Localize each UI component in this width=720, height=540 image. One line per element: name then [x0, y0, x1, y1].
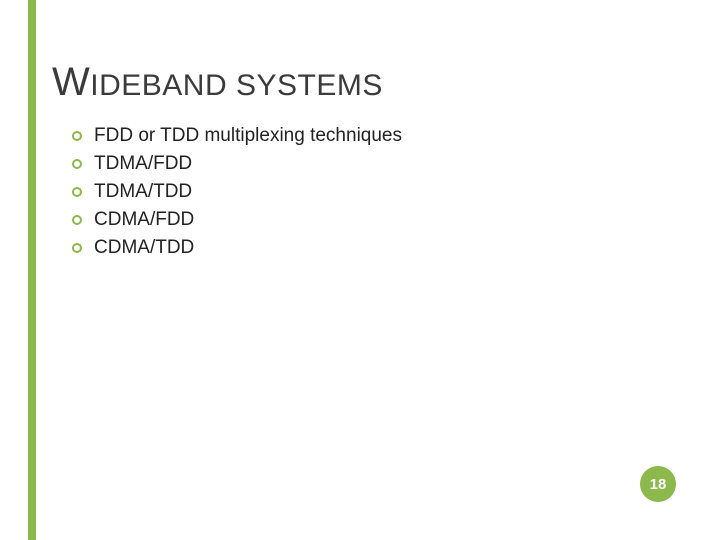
bullet-text: FDD or TDD multiplexing techniques — [94, 125, 402, 147]
title-cap-1: W — [52, 60, 90, 104]
list-item: TDMA/TDD — [72, 178, 402, 206]
list-item: CDMA/TDD — [72, 234, 402, 262]
list-item: CDMA/FDD — [72, 206, 402, 234]
page-number: 18 — [650, 476, 667, 493]
slide-title: WIDEBAND SYSTEMS — [52, 60, 383, 105]
bullet-text: CDMA/TDD — [94, 237, 194, 259]
page-number-badge: 18 — [640, 466, 676, 502]
bullet-text: TDMA/TDD — [94, 181, 192, 203]
title-word1-rest: IDEBAND — [90, 69, 227, 102]
bullet-list: FDD or TDD multiplexing techniques TDMA/… — [72, 122, 402, 262]
bullet-icon — [72, 159, 82, 169]
bullet-icon — [72, 215, 82, 225]
list-item: TDMA/FDD — [72, 150, 402, 178]
bullet-text: CDMA/FDD — [94, 209, 194, 231]
bullet-text: TDMA/FDD — [94, 153, 192, 175]
bullet-icon — [72, 187, 82, 197]
title-space — [227, 69, 236, 102]
slide: WIDEBAND SYSTEMS FDD or TDD multiplexing… — [0, 0, 720, 540]
list-item: FDD or TDD multiplexing techniques — [72, 122, 402, 150]
left-accent-bar — [28, 0, 36, 540]
title-word2: SYSTEMS — [236, 69, 383, 102]
bullet-icon — [72, 243, 82, 253]
bullet-icon — [72, 131, 82, 141]
